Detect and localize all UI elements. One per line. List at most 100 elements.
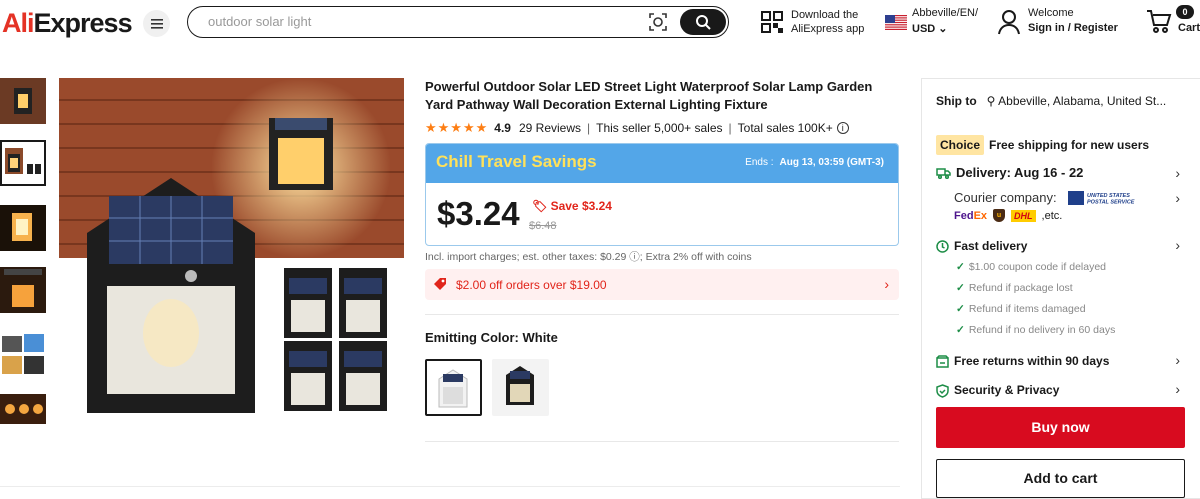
user-icon	[998, 10, 1020, 35]
divider	[425, 441, 899, 442]
svg-text:UNITED STATES: UNITED STATES	[1087, 193, 1130, 199]
deal-ends-label: Ends :	[745, 157, 774, 168]
chevron-right-icon: ›	[1175, 352, 1180, 368]
search-icon	[696, 15, 711, 30]
deal-banner: Chill Travel Savings Ends : Aug 13, 03:59…	[426, 144, 898, 183]
deal-countdown: Ends : Aug 13, 03:59 (GMT-3)	[745, 157, 884, 168]
ups-logo: u	[993, 209, 1006, 222]
download-app-link[interactable]: Download the AliExpress app	[760, 8, 880, 40]
etc-label: ,etc.	[1041, 209, 1063, 222]
thumbnail[interactable]	[0, 267, 46, 313]
fast-delivery-row[interactable]: Fast delivery	[936, 239, 1027, 254]
color-option-white[interactable]	[425, 359, 482, 416]
coupon-banner[interactable]: $2.00 off orders over $19.00 ›	[425, 269, 899, 300]
guarantee-item: ✓ Refund if items damaged	[956, 303, 1086, 315]
choice-badge: Choice	[936, 135, 985, 155]
account-menu[interactable]: Welcome Sign in / Register	[998, 6, 1123, 40]
locale-region: Abbeville/EN/	[912, 7, 979, 19]
save-badge: 🏷 Save $3.24	[532, 199, 612, 213]
guarantee-item: ✓ Refund if no delivery in 60 days	[956, 324, 1116, 336]
divider	[425, 314, 899, 315]
currency-label: USD	[912, 23, 936, 35]
usps-logo: UNITED STATESPOSTAL SERVICE	[1068, 191, 1135, 206]
rating-row: ★★★★★ 4.9 29 Reviews | This seller 5,000…	[425, 120, 900, 136]
welcome-text: Welcome	[1028, 7, 1074, 19]
chevron-right-icon: ›	[1175, 165, 1180, 181]
cart-label: Cart	[1178, 22, 1200, 34]
chevron-right-icon: ›	[1175, 190, 1180, 206]
current-price: $3.24	[437, 195, 520, 232]
buy-now-button[interactable]: Buy now	[936, 407, 1185, 448]
tag-icon: 🏷	[532, 199, 548, 213]
dhl-logo: DHL	[1011, 209, 1036, 222]
color-label: Emitting Color: White	[425, 330, 558, 345]
search-bar	[187, 6, 729, 38]
image-search-button[interactable]	[648, 12, 670, 32]
seller-sales: This seller 5,000+ sales	[596, 121, 723, 135]
cart-button[interactable]: 0 Cart	[1146, 5, 1200, 40]
chevron-right-icon: ›	[884, 276, 889, 292]
purchase-panel: Ship to ⚲ Abbeville, Alabama, United St..…	[921, 78, 1200, 499]
search-input[interactable]	[208, 14, 628, 29]
thumbnail-selected[interactable]	[0, 140, 46, 186]
sign-in-register-link[interactable]: Sign in / Register	[1028, 22, 1118, 34]
logo-express: Express	[33, 8, 133, 38]
total-sales: Total sales 100K+	[737, 121, 833, 135]
color-option-black[interactable]	[492, 359, 549, 416]
location-pin-icon: ⚲	[986, 94, 996, 108]
product-title: Powerful Outdoor Solar LED Street Light …	[425, 79, 873, 112]
original-price: $6.48	[529, 220, 557, 232]
divider: |	[728, 121, 732, 135]
reviews-link[interactable]: 29 Reviews	[519, 121, 581, 135]
main-product-image[interactable]	[59, 78, 404, 423]
guarantee-item: ✓ Refund if package lost	[956, 282, 1073, 294]
hamburger-icon	[150, 18, 163, 29]
chevron-right-icon: ›	[1175, 237, 1180, 253]
product-info: Powerful Outdoor Solar LED Street Light …	[425, 78, 900, 135]
thumbnail[interactable]	[0, 205, 46, 251]
add-to-cart-button[interactable]: Add to cart	[936, 459, 1185, 498]
rating-value: 4.9	[494, 121, 511, 135]
deal-box: Chill Travel Savings Ends : Aug 13, 03:59…	[425, 143, 899, 246]
us-flag-icon	[885, 15, 907, 30]
aliexpress-logo[interactable]: AliExpress	[2, 8, 133, 39]
thumbnail[interactable]	[0, 78, 46, 124]
free-returns-row[interactable]: Free returns within 90 days	[936, 354, 1109, 369]
ship-location: Abbeville, Alabama, United St...	[998, 94, 1167, 108]
svg-text:POSTAL SERVICE: POSTAL SERVICE	[1087, 200, 1135, 206]
deal-ends-value: Aug 13, 03:59 (GMT-3)	[779, 157, 884, 168]
tax-info: Incl. import charges; est. other taxes: …	[425, 251, 752, 263]
guarantee-item: ✓ $1.00 coupon code if delayed	[956, 261, 1107, 273]
cart-icon	[1147, 10, 1172, 33]
qr-code-icon	[761, 11, 783, 33]
divider: |	[587, 121, 591, 135]
coupon-text: $2.00 off orders over $19.00	[456, 278, 607, 292]
star-rating-icon: ★★★★★	[425, 120, 489, 135]
thumbnail[interactable]	[0, 330, 46, 376]
truck-icon	[936, 168, 951, 180]
chevron-right-icon: ›	[1175, 381, 1180, 397]
fast-delivery-icon	[936, 240, 949, 254]
choice-row: Choice Free shipping for new users	[936, 135, 1149, 155]
download-line1: Download the	[791, 9, 859, 21]
menu-button[interactable]	[143, 10, 170, 37]
top-header: AliExpress Download the AliExpress app Ab…	[0, 0, 1200, 48]
download-line2: AliExpress app	[791, 23, 865, 35]
delivery-row[interactable]: Delivery: Aug 16 - 22	[936, 165, 1083, 180]
coupon-tag-icon	[434, 278, 446, 290]
return-box-icon	[936, 355, 949, 369]
info-icon[interactable]: ⓘ	[629, 251, 640, 263]
ship-to-row[interactable]: Ship to ⚲ Abbeville, Alabama, United St..…	[936, 94, 1166, 108]
ship-to-label: Ship to	[936, 94, 977, 108]
shield-icon	[936, 384, 949, 398]
thumbnail[interactable]	[0, 394, 46, 440]
security-row[interactable]: Security & Privacy	[936, 383, 1059, 398]
deal-name: Chill Travel Savings	[436, 152, 597, 171]
fedex-logo: FedEx	[954, 209, 988, 222]
info-icon[interactable]: i	[836, 122, 849, 134]
search-button[interactable]	[680, 9, 726, 35]
chevron-down-icon: ⌄	[938, 23, 948, 35]
locale-selector[interactable]: Abbeville/EN/ USD ⌄	[885, 6, 995, 40]
camera-scan-icon	[649, 13, 667, 31]
divider	[0, 486, 900, 487]
